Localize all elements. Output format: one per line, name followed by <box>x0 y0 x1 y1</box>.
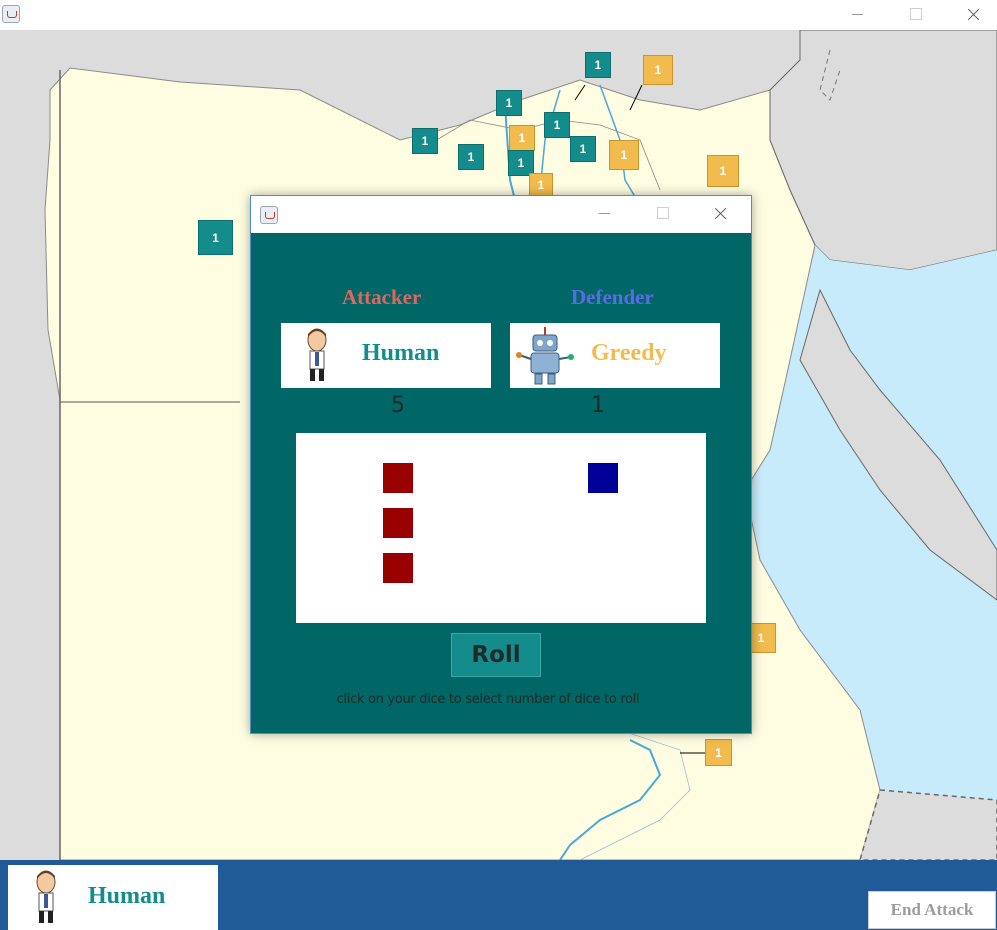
territory-marker[interactable]: 1 <box>585 52 611 78</box>
attacker-label: Attacker <box>342 285 422 309</box>
robot-avatar-icon <box>516 327 574 385</box>
java-cup-icon <box>260 206 278 224</box>
territory-marker[interactable]: 1 <box>412 128 438 154</box>
defender-card: Greedy <box>510 323 720 388</box>
territory-marker[interactable]: 1 <box>544 112 570 138</box>
attacker-card: Human <box>281 323 491 388</box>
minimize-button[interactable] <box>834 0 880 30</box>
territory-marker[interactable]: 1 <box>198 220 233 255</box>
dice-hint-text: click on your dice to select number of d… <box>336 692 640 707</box>
territory-marker[interactable]: 1 <box>570 136 596 162</box>
dialog-titlebar <box>251 196 751 233</box>
attacker-die[interactable] <box>383 508 413 538</box>
dialog-close-button[interactable] <box>697 199 743 229</box>
dialog-minimize-button[interactable] <box>581 199 627 229</box>
attacker-die[interactable] <box>383 463 413 493</box>
dialog-body: Attacker Defender Human Greedy 5 1 Roll … <box>251 233 751 733</box>
roll-button[interactable]: Roll <box>451 633 541 677</box>
attack-dialog: Attacker Defender Human Greedy 5 1 Roll … <box>250 195 752 734</box>
territory-marker[interactable]: 1 <box>458 144 484 170</box>
dialog-maximize-button[interactable] <box>639 199 685 229</box>
attacker-die[interactable] <box>383 553 413 583</box>
window-titlebar <box>0 0 997 30</box>
attacker-name: Human <box>362 340 440 366</box>
defender-label: Defender <box>571 285 654 309</box>
defender-name: Greedy <box>591 340 667 366</box>
dice-area <box>296 433 706 623</box>
human-avatar-icon <box>307 328 327 381</box>
bottom-bar: Human End Attack <box>0 860 997 930</box>
defender-die <box>588 463 618 493</box>
territory-marker[interactable]: 1 <box>707 155 739 187</box>
end-attack-button[interactable]: End Attack <box>868 891 996 929</box>
attacker-troop-count: 5 <box>391 393 405 418</box>
territory-marker[interactable]: 1 <box>496 90 522 116</box>
territory-marker[interactable]: 1 <box>509 125 535 151</box>
current-player-name: Human <box>88 883 166 909</box>
close-button[interactable] <box>950 0 996 30</box>
defender-troop-count: 1 <box>591 393 605 418</box>
territory-marker[interactable]: 1 <box>529 173 553 197</box>
territory-marker[interactable]: 1 <box>705 739 732 766</box>
territory-marker[interactable]: 1 <box>643 55 673 85</box>
maximize-button[interactable] <box>892 0 938 30</box>
java-cup-icon <box>2 5 20 23</box>
current-player-card: Human <box>8 865 218 930</box>
territory-marker[interactable]: 1 <box>609 140 639 170</box>
human-avatar-icon <box>36 870 56 923</box>
